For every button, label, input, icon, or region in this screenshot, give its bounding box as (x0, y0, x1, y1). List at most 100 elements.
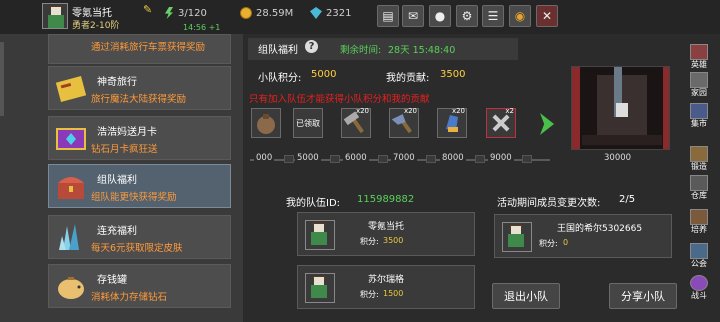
sidebar-item-label: 集市 (691, 119, 707, 128)
reward-count: x20 (355, 107, 369, 115)
milestone-label: 6000 (343, 153, 369, 163)
gold-value: 28.59M (256, 8, 294, 19)
forge-icon (690, 146, 708, 162)
hammer-reward[interactable]: x20 (341, 107, 371, 138)
leave-team-button[interactable]: 退出小队 (492, 283, 560, 309)
event-title: 组队福利 (97, 175, 137, 186)
track-segment (284, 155, 294, 163)
member-points: 1500 (383, 289, 404, 298)
event-item-monthly-card[interactable]: 浩浩妈送月卡 钻石月卡疯狂送 (48, 116, 231, 160)
team-id-value: 115989882 (357, 194, 415, 205)
milestone-label: 8000 (440, 153, 466, 163)
time-remaining-label: 剩余时间: (340, 45, 382, 56)
milestone-label: 000 (254, 153, 275, 163)
team-id-label: 我的队伍ID: (286, 198, 341, 209)
sidebar-item-label: 公会 (691, 259, 707, 268)
monthly-card-icon (56, 128, 86, 150)
event-item-travel-ticket[interactable]: 通过消耗旅行车票获得奖励 (48, 34, 231, 64)
shop-button[interactable]: ▤ (377, 5, 399, 27)
milestone-label: 7000 (391, 153, 417, 163)
stamina-icon (163, 7, 175, 19)
storage-icon (690, 175, 708, 191)
sidebar-item-label: 仓库 (691, 191, 707, 200)
left-scroll-tab[interactable] (0, 42, 4, 116)
palette-icon: ◉ (514, 9, 526, 23)
event-item-team-bonus[interactable]: 组队福利 组队能更快获得奖励 (48, 164, 231, 208)
event-title: 神奇旅行 (97, 77, 137, 88)
guild-icon (690, 243, 708, 259)
axe-reward[interactable]: x20 (389, 107, 419, 138)
sidebar-item-storage[interactable]: 仓库 (685, 175, 713, 201)
event-item-piggy-bank[interactable]: 存钱罐 消耗体力存储钻石 (48, 264, 231, 308)
contribution-value: 3500 (440, 69, 466, 80)
sidebar-item-label: 培养 (691, 225, 707, 234)
claimed-label: 已领取 (296, 119, 320, 128)
event-desc: 旅行魔法大陆获得奖励 (91, 94, 187, 105)
track-segment (330, 155, 340, 163)
milestone-label: 9000 (488, 153, 514, 163)
pouch-reward[interactable] (251, 108, 281, 138)
event-desc: 消耗体力存储钻石 (91, 292, 168, 303)
milestone-label: 5000 (295, 153, 321, 163)
sidebar-item-battle[interactable]: 战斗 (685, 275, 713, 301)
track-segment (522, 155, 532, 163)
team-member-card[interactable]: 王国的希尔5302665 积分: 0 (494, 214, 672, 258)
member-points-label: 积分: (360, 290, 379, 299)
event-item-recharge[interactable]: 连充福利 每天6元获取限定皮肤 (48, 215, 231, 259)
close-button[interactable]: ✕ (536, 5, 558, 27)
event-desc: 每天6元获取限定皮肤 (91, 243, 183, 254)
sidebar-item-guild[interactable]: 公会 (685, 243, 713, 269)
track-segment (378, 155, 388, 163)
team-member-card[interactable]: 苏尔瑞格 积分: 1500 (297, 265, 475, 309)
track-segment (426, 155, 436, 163)
help-icon[interactable]: ? (305, 40, 318, 53)
mail-button[interactable]: ✉ (402, 5, 424, 27)
settings-icon: ⚙ (461, 9, 473, 23)
training-icon (690, 209, 708, 225)
member-points: 3500 (383, 236, 404, 245)
team-points-label: 小队积分: (258, 73, 302, 84)
sidebar-item-hero[interactable]: 英雄 (685, 44, 713, 70)
sidebar-item-label: 英雄 (691, 60, 707, 69)
player-avatar[interactable] (42, 3, 68, 29)
event-item-magic-travel[interactable]: 神奇旅行 旅行魔法大陆获得奖励 (48, 66, 231, 110)
claimed-reward[interactable]: 已领取 (293, 108, 323, 138)
time-remaining-value: 28天 15:48:40 (388, 45, 456, 56)
controller-icon: ● (434, 9, 446, 23)
piggy-bank-icon (58, 277, 84, 299)
sidebar-item-home[interactable]: 家园 (685, 72, 713, 98)
player-rank: 勇者2-10阶 (72, 21, 120, 31)
edit-icon[interactable]: ✎ (143, 4, 155, 16)
settings-button[interactable]: ⚙ (456, 5, 478, 27)
controller-button[interactable]: ● (429, 5, 451, 27)
sidebar-item-forge[interactable]: 锻造 (685, 146, 713, 172)
member-name: 苏尔瑞格 (368, 275, 405, 285)
contribution-label: 我的贡献: (386, 73, 430, 84)
gem-value: 2321 (326, 8, 352, 19)
reward-count: x2 (505, 107, 514, 115)
sidebar-item-training[interactable]: 培养 (685, 209, 713, 235)
reward-count: x20 (451, 107, 465, 115)
sidebar-item-market[interactable]: 集市 (685, 103, 713, 129)
track-segment (475, 155, 485, 163)
stamina-value: 3/120 (178, 8, 207, 19)
member-avatar (305, 273, 335, 303)
event-desc: 组队能更快获得奖励 (91, 192, 177, 203)
close-icon: ✕ (541, 9, 553, 23)
member-points-label: 积分: (539, 239, 558, 248)
member-changes-label: 活动期间成员变更次数: (497, 198, 601, 209)
team-member-card[interactable]: 零氪当托 积分: 3500 (297, 212, 475, 256)
palette-button[interactable]: ◉ (509, 5, 531, 27)
treasure-chest-icon (58, 177, 84, 199)
sidebar-item-label: 家园 (691, 88, 707, 97)
player-name: 零氪当托 (72, 8, 112, 19)
home-icon (690, 72, 708, 88)
event-title: 存钱罐 (97, 275, 127, 286)
skill-tome-reward[interactable]: x2 (486, 107, 516, 138)
member-avatar (502, 222, 532, 252)
notice-button[interactable]: ☰ (482, 5, 504, 27)
shop-icon: ▤ (382, 9, 394, 23)
share-team-button[interactable]: 分享小队 (609, 283, 677, 309)
gauntlet-reward[interactable]: x20 (437, 107, 467, 138)
event-title: 连充福利 (97, 226, 137, 237)
